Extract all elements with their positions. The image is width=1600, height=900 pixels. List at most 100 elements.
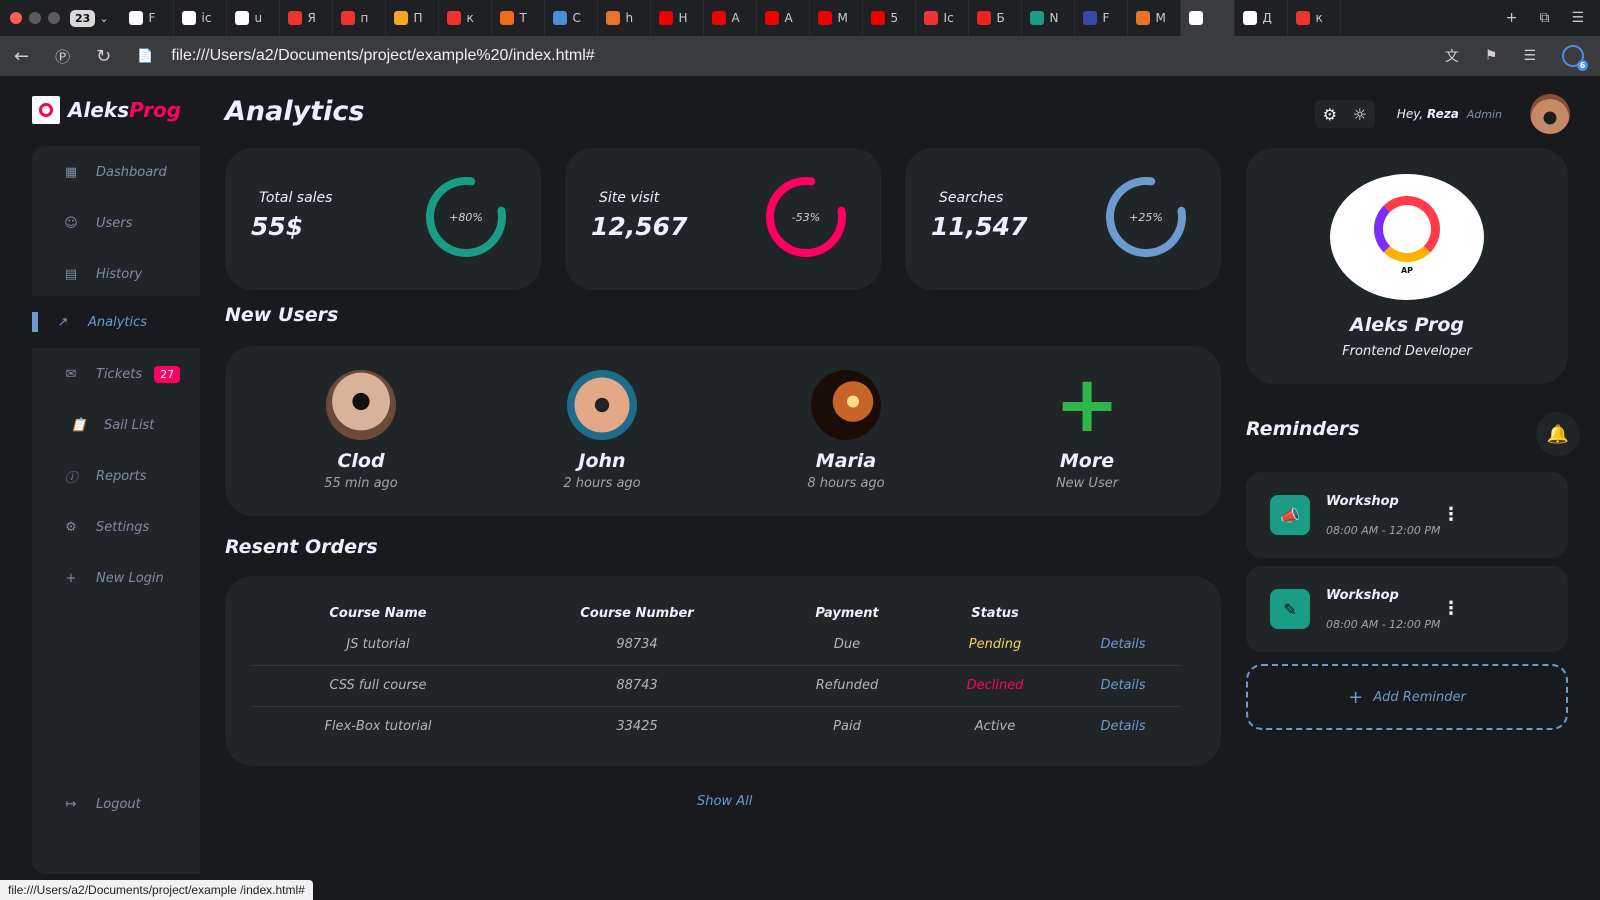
sidebar-item-analytics[interactable]: ↗ Analytics xyxy=(32,296,200,348)
browser-tab[interactable]: F xyxy=(1075,0,1128,36)
stat-percent: +25% xyxy=(1129,211,1163,224)
browser-tab[interactable]: M xyxy=(1128,0,1181,36)
browser-tab[interactable]: N xyxy=(1022,0,1075,36)
browser-tab[interactable]: u xyxy=(227,0,280,36)
column-header: Payment xyxy=(815,605,879,621)
sidebar-item-sail-list[interactable]: 📋 Sail List xyxy=(32,399,200,451)
browser-menu-icon[interactable]: ☰ xyxy=(1571,10,1584,26)
tab-count-button[interactable]: 23 xyxy=(70,9,96,27)
browser-tab[interactable]: М xyxy=(810,0,863,36)
new-tab-button[interactable]: + xyxy=(1506,10,1518,26)
page-info-icon[interactable]: 📄 xyxy=(137,49,153,64)
url-field[interactable]: file:///Users/a2/Documents/project/examp… xyxy=(171,47,594,65)
details-link[interactable]: Details xyxy=(1065,665,1181,707)
user-item[interactable]: Maria 8 hours ago xyxy=(756,370,936,491)
browser-tab[interactable]: Д xyxy=(1235,0,1288,36)
tab-favicon-icon xyxy=(1295,11,1310,25)
plus-icon: + xyxy=(65,570,77,586)
browser-tab[interactable]: 5 xyxy=(863,0,916,36)
sidebar-item-history[interactable]: ▤ History xyxy=(32,248,200,300)
sidebar-item-settings[interactable]: ⚙ Settings xyxy=(32,501,200,553)
browser-tab[interactable]: Я xyxy=(280,0,333,36)
user-item[interactable]: John 2 hours ago xyxy=(512,370,692,491)
browser-tab-bar: 23 ⌄ Fic u Яп Пк Т Сh Н А А М 5 Ic Б N F M Дк + ⧉ ☰ xyxy=(0,0,1600,36)
reload-button[interactable]: ↻ xyxy=(96,46,111,67)
clipboard-icon: 📋 xyxy=(70,417,88,433)
browser-tab[interactable]: А xyxy=(757,0,810,36)
close-window-button[interactable] xyxy=(10,12,22,24)
tab-favicon-icon xyxy=(446,11,461,25)
browser-tab[interactable]: Н xyxy=(651,0,704,36)
greeting: Hey, Reza Admin xyxy=(1396,107,1502,121)
stat-label: Site visit xyxy=(599,190,660,206)
user-time: 2 hours ago xyxy=(563,476,641,491)
browser-tab[interactable]: Б xyxy=(969,0,1022,36)
tab-collections-icon[interactable]: ⧉ xyxy=(1539,10,1549,26)
user-name: Clod xyxy=(337,450,385,472)
more-users-button[interactable]: + More New User xyxy=(997,366,1177,491)
status-cell: Active xyxy=(974,719,1016,735)
light-mode-icon[interactable]: ☼ xyxy=(1353,105,1367,124)
browser-tab[interactable]: С xyxy=(545,0,598,36)
dashboard-app: AleksProg ▦ Dashboard ☺ Users ▤ History ↗ Analy… xyxy=(0,76,1600,900)
profile-avatar[interactable] xyxy=(1530,94,1570,134)
logout-button[interactable]: ↦ Logout xyxy=(32,778,200,830)
logo[interactable]: AleksProg xyxy=(32,96,181,124)
table-cell: 88743 xyxy=(505,665,769,707)
tab-favicon-icon xyxy=(128,11,143,25)
tab-favicon-icon xyxy=(817,11,832,25)
user-item[interactable]: Clod 55 min ago xyxy=(271,370,451,491)
minimize-window-button[interactable] xyxy=(29,12,41,24)
browser-tab[interactable]: Ic xyxy=(916,0,969,36)
megaphone-icon: 📣 xyxy=(1270,495,1310,535)
sidebar-item-users[interactable]: ☺ Users xyxy=(32,197,200,249)
reader-icon[interactable]: ☰ xyxy=(1523,48,1536,64)
browser-tab[interactable]: А xyxy=(704,0,757,36)
table-cell: Paid xyxy=(833,719,861,735)
browser-tab[interactable]: к xyxy=(439,0,492,36)
table-cell: 98734 xyxy=(505,624,769,666)
receipt-icon: ▤ xyxy=(64,266,78,282)
browser-tab[interactable]: Т xyxy=(492,0,545,36)
profile-card: AP Aleks Prog Frontend Developer xyxy=(1246,148,1568,384)
browser-tab[interactable]: h xyxy=(598,0,651,36)
add-reminder-button[interactable]: + Add Reminder xyxy=(1246,664,1568,730)
reminder-item[interactable]: 📣 Workshop 08:00 AM - 12:00 PM ⋮ xyxy=(1246,472,1568,558)
stat-card: Total sales 55$ +80% xyxy=(225,148,541,290)
profile-logo: AP xyxy=(1330,174,1484,300)
more-vertical-icon[interactable]: ⋮ xyxy=(1442,598,1460,619)
downloads-icon[interactable]: 6 xyxy=(1562,45,1588,71)
stat-label: Total sales xyxy=(259,190,333,206)
details-link[interactable]: Details xyxy=(1065,624,1181,666)
tab-list-chevron-icon[interactable]: ⌄ xyxy=(99,12,108,25)
sidebar-item-new-login[interactable]: + New Login xyxy=(32,552,200,604)
yandex-home-button[interactable]: Ⓟ xyxy=(55,46,70,67)
bell-icon[interactable]: 🔔 xyxy=(1536,412,1580,456)
table-row: CSS full course 88743 Refunded Declined Deta… xyxy=(251,665,1181,707)
bookmark-icon[interactable]: ⚑ xyxy=(1485,48,1498,64)
reminder-item[interactable]: ✎ Workshop 08:00 AM - 12:00 PM ⋮ xyxy=(1246,566,1568,652)
more-vertical-icon[interactable]: ⋮ xyxy=(1442,504,1460,525)
browser-tab[interactable] xyxy=(1180,0,1235,36)
back-button[interactable]: ← xyxy=(14,46,29,67)
show-all-link[interactable]: Show All xyxy=(697,794,752,809)
maximize-window-button[interactable] xyxy=(48,12,60,24)
address-bar: ← Ⓟ ↻ 📄 file:///Users/a2/Documents/proje… xyxy=(0,36,1600,76)
tab-favicon-icon xyxy=(658,11,673,25)
stat-value: 12,567 xyxy=(591,212,688,241)
sidebar-item-dashboard[interactable]: ▦ Dashboard xyxy=(32,146,200,198)
details-link[interactable]: Details xyxy=(1065,706,1181,747)
mail-icon: ✉ xyxy=(65,366,77,382)
browser-tab[interactable]: п xyxy=(333,0,386,36)
browser-tab[interactable]: П xyxy=(386,0,439,36)
translate-icon[interactable]: 文 xyxy=(1445,46,1459,66)
sidebar-item-tickets[interactable]: ✉ Tickets 27 xyxy=(32,348,200,400)
dark-mode-icon[interactable]: ⚙ xyxy=(1323,105,1337,124)
theme-toggle[interactable]: ⚙ ☼ xyxy=(1314,100,1375,128)
sidebar-item-reports[interactable]: ⓘ Reports xyxy=(32,450,200,502)
stat-percent: +80% xyxy=(449,211,483,224)
browser-tab[interactable]: ic xyxy=(174,0,227,36)
progress-ring: -53% xyxy=(766,177,846,257)
browser-tab[interactable]: к xyxy=(1288,0,1341,36)
browser-tab[interactable]: F xyxy=(121,0,174,36)
